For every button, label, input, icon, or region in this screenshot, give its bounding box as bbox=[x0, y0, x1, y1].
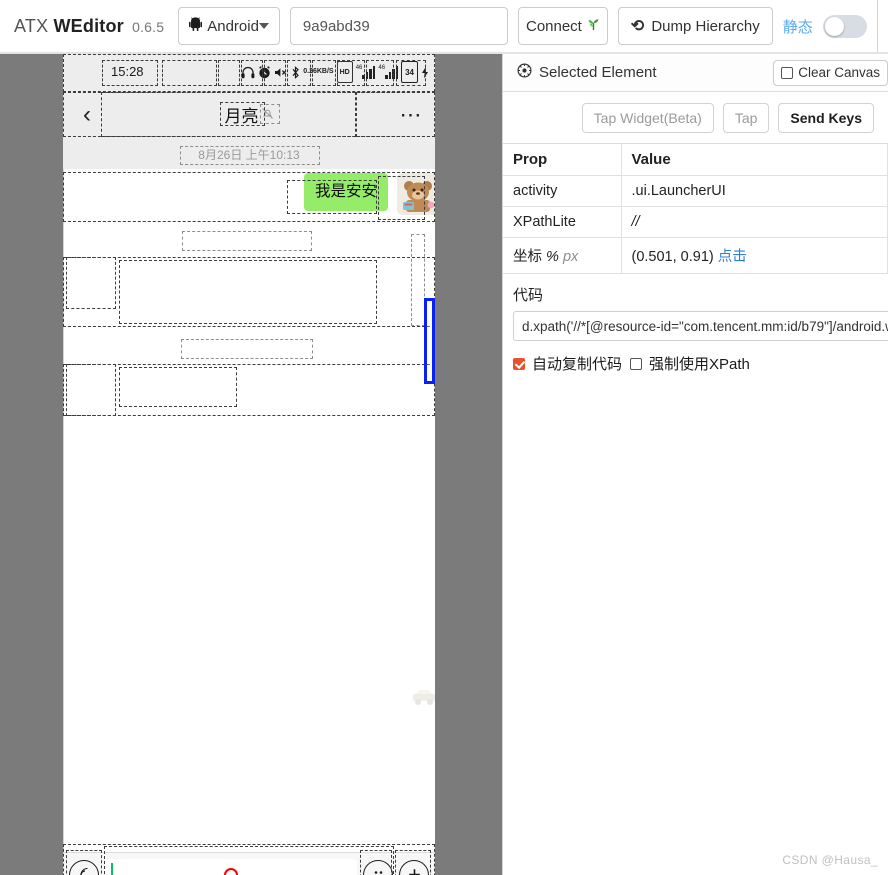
record-dot-icon bbox=[224, 867, 238, 875]
chat-input-bar[interactable] bbox=[63, 852, 435, 875]
selected-node-highlight bbox=[424, 298, 435, 384]
platform-select[interactable]: Android bbox=[178, 7, 280, 45]
prop-value-xpathlite: // bbox=[621, 206, 888, 238]
bluetooth-icon bbox=[291, 61, 300, 83]
sim1-signal-icon: 46 bbox=[356, 61, 376, 83]
table-row: activity .ui.LauncherUI bbox=[503, 175, 888, 207]
voice-wave-icon[interactable] bbox=[69, 859, 99, 875]
chevron-down-icon bbox=[258, 23, 269, 29]
chat-timestamp: 8月26日 上午10:13 bbox=[198, 148, 300, 162]
chat-bubble-outgoing[interactable]: 我是安安 bbox=[303, 173, 388, 211]
message-input[interactable] bbox=[105, 858, 357, 875]
coord-tap-link[interactable]: 点击 bbox=[718, 249, 747, 265]
network-speed-indicator: 0.26 KB/S bbox=[303, 61, 333, 83]
connect-button[interactable]: Connect bbox=[517, 7, 608, 45]
prop-value-activity: .ui.LauncherUI bbox=[621, 175, 888, 207]
auto-copy-checkbox[interactable] bbox=[513, 357, 525, 370]
target-icon bbox=[517, 63, 532, 82]
network-speed-value: 0.26 bbox=[303, 68, 317, 76]
headphones-icon bbox=[241, 61, 255, 83]
code-options-row: 自动复制代码 强制使用XPath bbox=[503, 341, 888, 374]
inspector-panel: Selected Element Clear Canvas Tap Widget… bbox=[502, 54, 888, 875]
plus-circle-icon[interactable] bbox=[399, 859, 429, 875]
serial-input[interactable] bbox=[289, 7, 508, 45]
panel-title: Selected Element bbox=[517, 63, 657, 82]
tap-button[interactable]: Tap bbox=[722, 102, 770, 133]
main-area: 15:28 0.26 KB/S HD 46 46 34 ‹ 月亮 ⋯ 8月26日… bbox=[0, 54, 888, 875]
platform-label: Android bbox=[207, 17, 259, 35]
brand-atx: ATX bbox=[14, 15, 49, 36]
code-section-label: 代码 bbox=[513, 287, 544, 304]
prop-name-coordinates: 坐标 % px bbox=[503, 237, 622, 274]
connect-label: Connect bbox=[525, 17, 582, 35]
watermark: CSDN @Hausa_ bbox=[782, 853, 878, 867]
tap-widget-button[interactable]: Tap Widget(Beta) bbox=[581, 102, 714, 133]
column-header-value: Value bbox=[621, 144, 888, 176]
device-canvas[interactable]: 15:28 0.26 KB/S HD 46 46 34 ‹ 月亮 ⋯ 8月26日… bbox=[0, 54, 502, 875]
dump-hierarchy-button[interactable]: ⟳ Dump Hierarchy bbox=[617, 7, 773, 45]
chat-row-outgoing[interactable]: 我是安安 bbox=[63, 169, 435, 875]
send-keys-button[interactable]: Send Keys bbox=[778, 102, 874, 133]
network-speed-unit: KB/S bbox=[316, 68, 334, 76]
seedling-icon bbox=[587, 17, 600, 35]
table-row: 坐标 % px (0.501, 0.91) 点击 bbox=[503, 237, 888, 274]
mode-static-label[interactable]: 静态 bbox=[783, 16, 813, 37]
brand-version: 0.6.5 bbox=[132, 18, 165, 35]
mute-bell-icon bbox=[261, 107, 274, 123]
prop-value-coordinates: (0.501, 0.91) 点击 bbox=[621, 237, 888, 274]
text-caret bbox=[111, 862, 113, 875]
chat-header: ‹ 月亮 ⋯ bbox=[63, 92, 435, 137]
dump-hierarchy-label: Dump Hierarchy bbox=[651, 17, 760, 35]
properties-table: Prop Value activity .ui.LauncherUI XPath… bbox=[503, 144, 888, 274]
chat-title[interactable]: 月亮 bbox=[111, 102, 387, 127]
status-icon-group: 0.26 KB/S HD 46 46 34 bbox=[241, 61, 429, 83]
code-input[interactable] bbox=[513, 311, 888, 341]
app-brand: ATX WEditor 0.6.5 bbox=[14, 16, 164, 37]
action-buttons-row: Tap Widget(Beta) Tap Send Keys bbox=[503, 92, 888, 144]
column-header-prop: Prop bbox=[503, 144, 622, 176]
inspector-header: Selected Element Clear Canvas bbox=[503, 54, 888, 92]
coord-value: (0.501, 0.91) bbox=[631, 249, 714, 265]
chat-title-text: 月亮 bbox=[224, 107, 259, 126]
alarm-clock-icon bbox=[258, 61, 271, 83]
chat-body[interactable]: 8月26日 上午10:13 我是安安 bbox=[63, 137, 435, 875]
clear-canvas-label: Clear Canvas bbox=[798, 65, 880, 80]
force-xpath-checkbox[interactable] bbox=[630, 357, 643, 370]
auto-copy-label: 自动复制代码 bbox=[532, 356, 623, 373]
mode-toggle[interactable] bbox=[822, 14, 867, 38]
clear-canvas-button[interactable]: Clear Canvas bbox=[773, 59, 888, 86]
prop-name-activity: activity bbox=[503, 175, 622, 207]
mute-icon bbox=[274, 61, 288, 83]
sim2-signal-icon: 46 bbox=[378, 61, 399, 83]
clear-canvas-checkbox[interactable] bbox=[781, 66, 794, 79]
coord-unit-percent[interactable]: % bbox=[546, 249, 559, 265]
device-screen[interactable]: 15:28 0.26 KB/S HD 46 46 34 ‹ 月亮 ⋯ 8月26日… bbox=[63, 54, 435, 875]
prop-name-xpathlite: XPathLite bbox=[503, 206, 622, 238]
app-toolbar: ATX WEditor 0.6.5 Android Connect ⟳ Dump… bbox=[0, 0, 888, 54]
battery-indicator: 34 bbox=[401, 61, 418, 83]
smiley-icon[interactable] bbox=[363, 859, 393, 875]
coord-label: 坐标 bbox=[513, 249, 542, 265]
android-icon bbox=[189, 17, 203, 35]
chevron-left-icon[interactable]: ‹ bbox=[63, 102, 111, 127]
avatar[interactable] bbox=[397, 173, 435, 215]
device-status-bar: 15:28 0.26 KB/S HD 46 46 34 bbox=[63, 54, 435, 92]
table-header-row: Prop Value bbox=[503, 144, 888, 176]
refresh-icon: ⟳ bbox=[630, 18, 645, 35]
table-row: XPathLite // bbox=[503, 206, 888, 238]
auto-copy-option[interactable]: 自动复制代码 bbox=[513, 353, 622, 374]
panel-title-text: Selected Element bbox=[539, 64, 657, 81]
coord-unit-px[interactable]: px bbox=[563, 249, 578, 265]
hd-badge: HD bbox=[336, 61, 353, 83]
mode-live-label[interactable]: 实时 bbox=[876, 0, 888, 52]
more-horizontal-icon[interactable]: ⋯ bbox=[387, 103, 435, 125]
brand-weditor: WEditor bbox=[53, 15, 124, 36]
car-icon bbox=[411, 686, 435, 708]
status-time: 15:28 bbox=[111, 64, 144, 79]
force-xpath-label: 强制使用XPath bbox=[649, 356, 750, 373]
toggle-knob bbox=[824, 16, 844, 36]
bolt-icon bbox=[421, 61, 429, 83]
force-xpath-option[interactable]: 强制使用XPath bbox=[630, 353, 750, 374]
